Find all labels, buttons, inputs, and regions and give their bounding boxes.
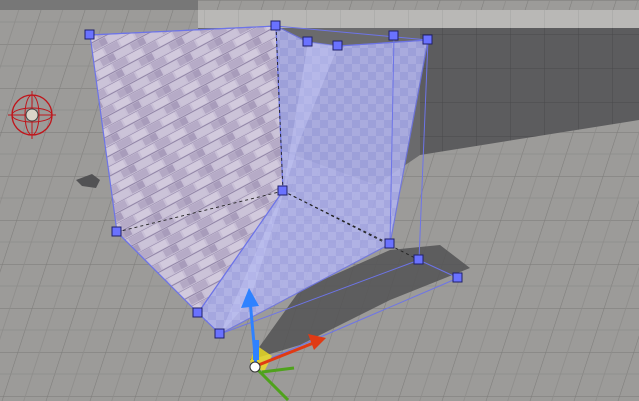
vertex-handle[interactable] <box>111 226 122 237</box>
vertex-handle[interactable] <box>84 29 95 40</box>
vertex-handle[interactable] <box>270 20 281 31</box>
vertex-handle[interactable] <box>384 238 395 249</box>
gizmo-origin[interactable] <box>249 361 261 373</box>
vertex-handle[interactable] <box>192 307 203 318</box>
vertex-handle[interactable] <box>452 272 463 283</box>
vertex-handle[interactable] <box>332 40 343 51</box>
vertex-handle[interactable] <box>302 36 313 47</box>
level-viewport[interactable] <box>0 0 639 401</box>
vertex-handle[interactable] <box>214 328 225 339</box>
viewport-scene[interactable] <box>0 0 639 401</box>
vertex-handle[interactable] <box>422 34 433 45</box>
vertex-handle[interactable] <box>413 254 424 265</box>
vertex-handle[interactable] <box>277 185 288 196</box>
vertex-handle[interactable] <box>388 30 399 41</box>
